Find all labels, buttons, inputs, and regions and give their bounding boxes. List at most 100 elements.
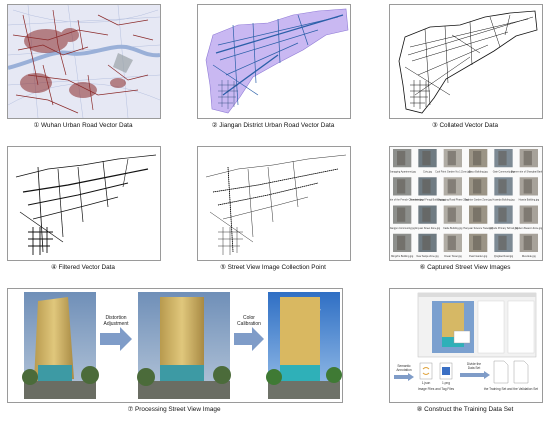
thumbnail-building — [447, 207, 456, 222]
caption-step1: ① Wuhan Urban Road Vector Data — [33, 122, 133, 129]
panel-jiangan-roads — [197, 4, 351, 119]
gallery-thumbnail: Jiangjun Community.jpg — [390, 205, 415, 230]
thumbnail-building — [498, 235, 507, 250]
thumbnail-label: Former site of Shanghai Bank.jpg — [511, 170, 542, 173]
panel-collection-points — [197, 146, 351, 261]
thumbnail-label: Civic.jpg — [423, 170, 433, 173]
gallery-thumbnail: Modern Beacon Zone.jpg — [515, 205, 542, 230]
sets-label: the Training Set and the Validation Set — [484, 387, 538, 391]
json-file-icon: 1.json — [419, 362, 433, 385]
semantic-line2: Annotation — [396, 368, 411, 372]
png-file-icon: 1.png — [439, 362, 453, 385]
arrow2-line2: Calibration — [237, 321, 261, 327]
thumbnail-building — [473, 179, 482, 194]
wuhan-road-map — [8, 5, 160, 118]
thumbnail-building — [397, 207, 406, 222]
thumbnail-building — [397, 179, 406, 194]
divide-arrow — [460, 371, 490, 379]
collection-point-map — [205, 154, 347, 255]
panel-wuhan-roads — [7, 4, 161, 119]
thumbnail-building — [447, 179, 456, 194]
thumbnail-label: Ocean Tower.jpg — [444, 255, 462, 258]
gallery-thumbnail: Li Dudu Primary School.jpg — [489, 205, 519, 230]
jiangan-road-map — [205, 8, 349, 114]
thumbnail-building — [473, 207, 482, 222]
thumbnail-building — [523, 179, 532, 194]
svg-text:1.png: 1.png — [442, 381, 450, 385]
gallery-thumbnail: Bisco Building.jpg — [469, 149, 489, 173]
image-files-label: Image Files and Tag Files — [418, 387, 455, 391]
training-set-file-icon — [493, 360, 509, 384]
caption-step5: ⑤ Street View Image Collection Point — [220, 264, 326, 271]
gallery-thumbnail: Pearl Garden.jpg — [469, 233, 488, 258]
thumbnail-label: Changqing Apartment.jpg — [390, 170, 416, 173]
gallery-thumbnail: Jinyuan Street Zone.jpg — [415, 205, 441, 230]
thumbnail-label: Modern Beacon Zone.jpg — [515, 227, 542, 230]
panel-collated-vector — [389, 4, 543, 119]
thumbnail-label: Mingzhu Building.jpg — [391, 255, 414, 258]
thumbnail-building — [473, 235, 482, 250]
thumbnail-building — [422, 207, 431, 222]
distortion-adjustment-arrow: Distortion Adjustment — [100, 315, 132, 351]
thumbnail-building — [422, 151, 431, 166]
gallery-thumbnail: Huaerjia Building.jpg — [493, 177, 516, 202]
raw-street-view-image — [22, 292, 99, 399]
gallery-thumbnail: Riverside.jpg — [519, 233, 538, 258]
gallery-thumbnail: Changqing Apartment.jpg — [390, 149, 416, 173]
gallery-thumbnail: Mingzhu Building.jpg — [391, 233, 414, 258]
color-calibration-arrow: Color Calibration — [234, 315, 264, 351]
caption-step3: ③ Collated Vector Data — [431, 122, 499, 129]
thumbnail-label: Li Dudu Primary School.jpg — [489, 227, 519, 230]
calibrated-street-view-image — [266, 292, 342, 399]
thumbnail-building — [498, 207, 507, 222]
validation-set-file-icon — [513, 360, 529, 384]
thumbnail-building — [397, 235, 406, 250]
caption-step8: ⑧ Construct the Training Data Set — [416, 406, 514, 413]
arrow1-line2: Adjustment — [103, 321, 129, 327]
thumbnail-building — [523, 151, 532, 166]
thumbnail-label: Qingdao Road.jpg — [494, 255, 514, 258]
thumbnail-building — [523, 235, 532, 250]
panel-training-dataset: Semantic Annotation 1.json 1.png Image F… — [389, 288, 543, 403]
thumbnail-label: Pearl Garden.jpg — [469, 255, 488, 258]
gallery-thumbnail: Civic.jpg — [418, 149, 437, 173]
panel-filtered-vector — [7, 146, 161, 261]
gallery-thumbnail: Former site of Shanghai Bank.jpg — [511, 149, 542, 173]
training-dataset-figure: Semantic Annotation 1.json 1.png Image F… — [394, 292, 538, 391]
semantic-arrow — [394, 373, 414, 381]
processing-pipeline: Distortion Adjustment Color Calibration — [22, 292, 342, 399]
gallery-thumbnail: New Sanjie Zone.jpg — [416, 233, 439, 258]
thumbnail-building — [447, 151, 456, 166]
thumbnail-building — [498, 151, 507, 166]
panel-processing-images: Distortion Adjustment Color Calibration — [7, 288, 343, 403]
svg-text:1.json: 1.json — [422, 381, 431, 385]
thumbnail-building — [473, 151, 482, 166]
thumbnail-building — [447, 235, 456, 250]
thumbnail-label: Bisco Building.jpg — [469, 170, 489, 173]
thumbnail-building — [523, 207, 532, 222]
thumbnail-label: Huaxia Building.jpg — [519, 199, 540, 202]
collated-vector-map — [398, 10, 538, 114]
gallery-thumbnail: Ocean Tower.jpg — [443, 233, 462, 258]
caption-step2: ② Jiangan District Urban Road Vector Dat… — [211, 122, 335, 129]
thumbnail-label: Riverside.jpg — [522, 255, 536, 258]
thumbnail-building — [498, 179, 507, 194]
corrected-street-view-image — [137, 292, 231, 399]
filtered-vector-map — [15, 154, 157, 255]
thumbnail-label: Kaide Building.jpg — [443, 227, 463, 230]
caption-step4: ④ Filtered Vector Data — [51, 264, 115, 271]
thumbnail-label: Fashion Garden Zone.jpg — [465, 199, 493, 202]
thumbnail-label: Jiangjun Community.jpg — [390, 227, 415, 230]
divide-line2: Data Set — [468, 366, 481, 370]
gallery-thumbnail: Huaxia Building.jpg — [519, 177, 540, 202]
thumbnail-building — [422, 235, 431, 250]
caption-step6: ⑥ Captured Street View Images — [419, 264, 511, 271]
gallery-thumbnail: Cool Point Garden No.1 Zone.jpg — [435, 149, 471, 173]
gallery-thumbnail: Kaide Building.jpg — [443, 205, 463, 230]
thumbnail-label: Huaerjia Building.jpg — [493, 199, 516, 202]
thumbnail-building — [422, 179, 431, 194]
caption-step7: ⑦ Processing Street View Image — [127, 406, 221, 413]
image-gallery: Changqing Apartment.jpg Civic.jpg Cool Poi… — [390, 149, 542, 258]
thumbnail-label: Cool Point Garden No.1 Zone.jpg — [435, 170, 471, 173]
panel-captured-images: Changqing Apartment.jpg Civic.jpg Cool Poi… — [389, 146, 543, 261]
